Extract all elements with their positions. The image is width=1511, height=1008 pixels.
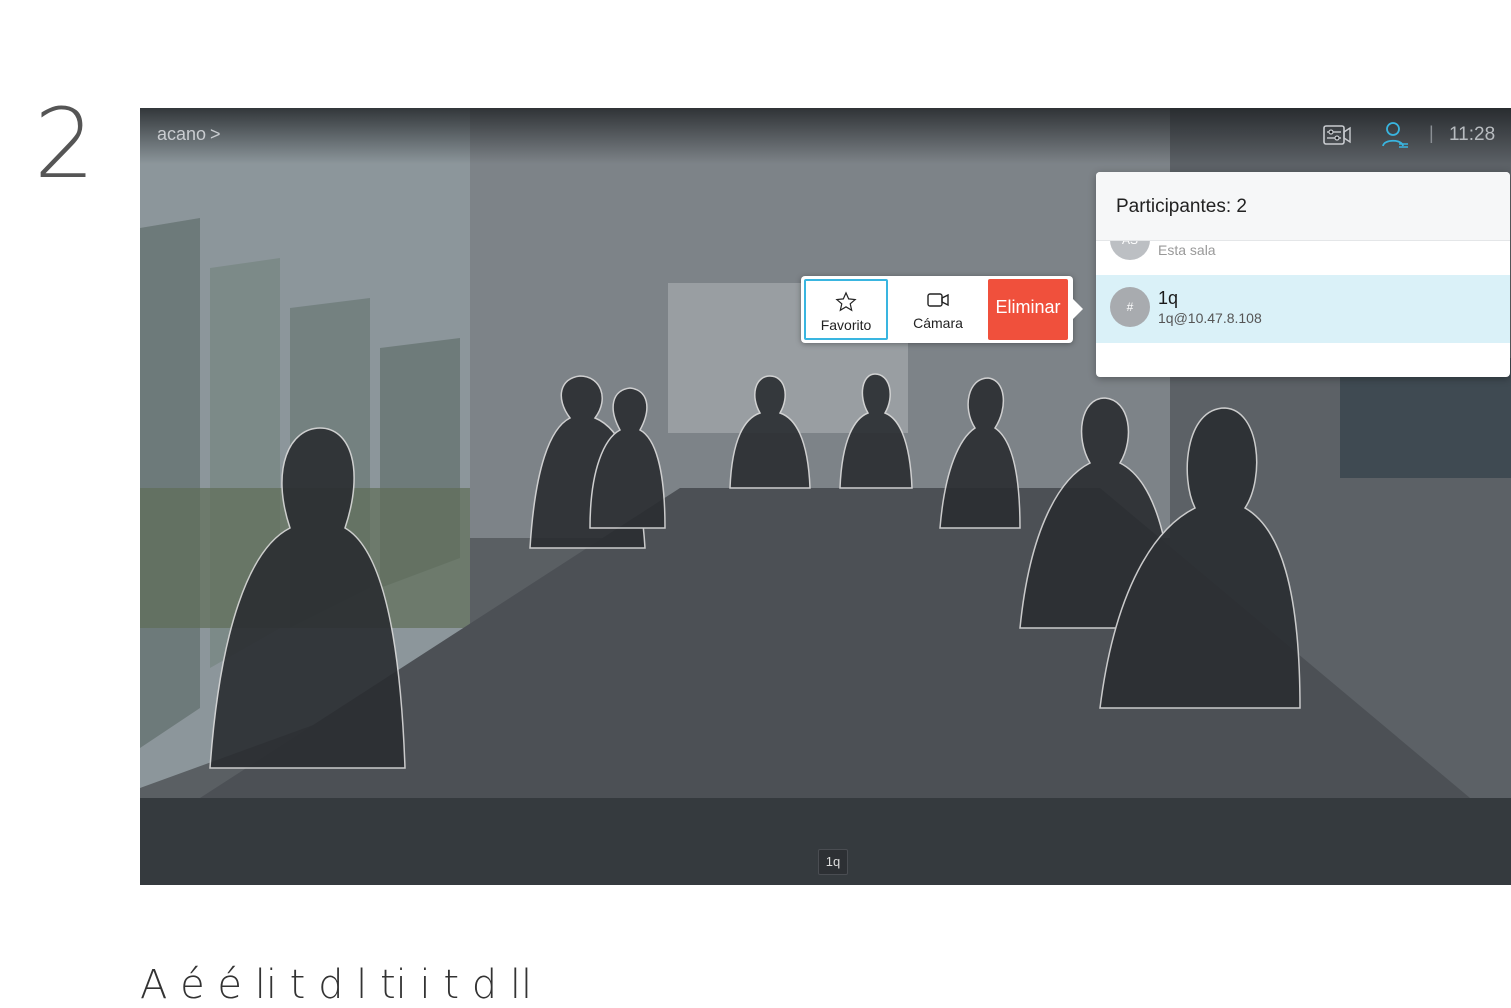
favorite-label: Favorito [820, 317, 872, 333]
star-icon [835, 291, 857, 312]
call-top-bar: acano > | 11:28 [140, 108, 1511, 164]
instruction-caption: A é é li t d l ti i t d ll [140, 962, 533, 1008]
clock: 11:28 [1449, 124, 1496, 145]
call-name[interactable]: acano > [157, 124, 221, 145]
participant-actions-popover: Favorito Cámara Eliminar [801, 276, 1083, 343]
participants-icon[interactable] [1381, 120, 1409, 150]
video-camera-icon [927, 293, 949, 307]
participants-count-title: Participantes: 2 [1116, 196, 1247, 217]
participant-row-selected[interactable]: # 1q 1q@10.47.8.108 [1096, 275, 1510, 343]
call-name-label: acano [157, 124, 207, 144]
remove-button[interactable]: Eliminar [988, 279, 1068, 340]
chevron-right-icon: > [210, 124, 221, 144]
camera-label: Cámara [913, 315, 963, 331]
participants-panel: Participantes: 2 AS Esta sala # 1q 1q@10… [1096, 172, 1510, 377]
favorite-button[interactable]: Favorito [804, 279, 888, 340]
avatar: # [1110, 287, 1150, 327]
participant-name: 1q [1158, 288, 1179, 308]
camera-controls-icon[interactable] [1322, 122, 1352, 148]
status-separator: | [1429, 123, 1434, 143]
participant-address: 1q@10.47.8.108 [1158, 310, 1262, 326]
participants-header: Participantes: 2 [1096, 172, 1510, 241]
video-call-screen: acano > | 11:28 Favorito Cámara Eliminar… [140, 108, 1511, 885]
step-number: 2 [34, 88, 96, 200]
camera-button[interactable]: Cámara [893, 279, 983, 340]
participant-subtitle: Esta sala [1158, 242, 1216, 258]
participant-name-tag: 1q [818, 849, 848, 875]
